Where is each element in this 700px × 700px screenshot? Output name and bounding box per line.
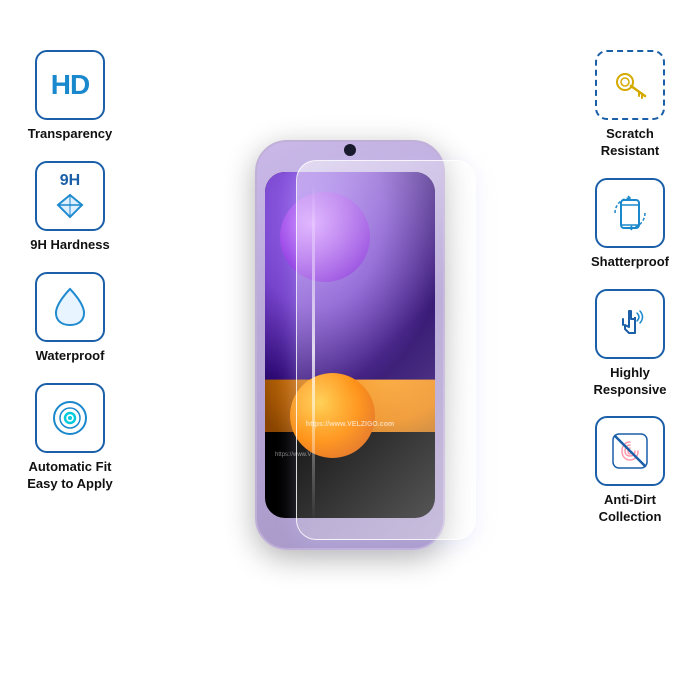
- phone-wrapper: https://www.VELZIGO.com https://www.V: [250, 135, 450, 565]
- feature-waterproof: Waterproof: [35, 272, 105, 365]
- scratch-icon-box: [595, 50, 665, 120]
- touch-icon-box: [595, 289, 665, 359]
- right-features: ScratchResistant Shatterproof: [570, 50, 690, 526]
- 9h-text: 9H: [60, 173, 80, 189]
- product-feature-page: HD Transparency 9H 9H Hardness: [0, 0, 700, 700]
- anti-dirt-icon-box: [595, 416, 665, 486]
- water-icon-box: [35, 272, 105, 342]
- left-features: HD Transparency 9H 9H Hardness: [10, 50, 130, 492]
- scratch-label: ScratchResistant: [601, 126, 660, 160]
- feature-shatterproof: Shatterproof: [591, 178, 669, 271]
- feature-scratch-resistant: ScratchResistant: [595, 50, 665, 160]
- fingerprint-no-icon: [609, 430, 651, 472]
- center-product-image: https://www.VELZIGO.com https://www.V: [250, 135, 450, 565]
- 9h-label: 9H Hardness: [30, 237, 109, 254]
- rotate-phone-icon: [609, 192, 651, 234]
- feature-auto-fit: Automatic FitEasy to Apply: [27, 383, 112, 493]
- 9h-icon-box: 9H: [35, 161, 105, 231]
- glass-shine: [312, 181, 315, 521]
- hd-label: Transparency: [28, 126, 113, 143]
- feature-anti-dirt: Anti-DirtCollection: [595, 416, 665, 526]
- phone-notch: [344, 144, 356, 156]
- 9h-icon-content: 9H: [54, 173, 86, 219]
- target-icon: [48, 396, 92, 440]
- anti-dirt-label: Anti-DirtCollection: [599, 492, 662, 526]
- waterproof-label: Waterproof: [36, 348, 105, 365]
- feature-9h-hardness: 9H 9H Hardness: [30, 161, 109, 254]
- feature-hd-transparency: HD Transparency: [28, 50, 113, 143]
- touch-hand-icon: [609, 303, 651, 345]
- hd-text-icon: HD: [51, 71, 89, 99]
- key-icon: [611, 66, 649, 104]
- target-icon-box: [35, 383, 105, 453]
- glass-protector: [296, 160, 476, 540]
- water-drop-icon: [52, 285, 88, 329]
- diamond-icon: [54, 191, 86, 219]
- shatterproof-label: Shatterproof: [591, 254, 669, 271]
- responsive-label: HighlyResponsive: [594, 365, 667, 399]
- auto-fit-label: Automatic FitEasy to Apply: [27, 459, 112, 493]
- shatterproof-icon-box: [595, 178, 665, 248]
- hd-icon-box: HD: [35, 50, 105, 120]
- feature-highly-responsive: HighlyResponsive: [594, 289, 667, 399]
